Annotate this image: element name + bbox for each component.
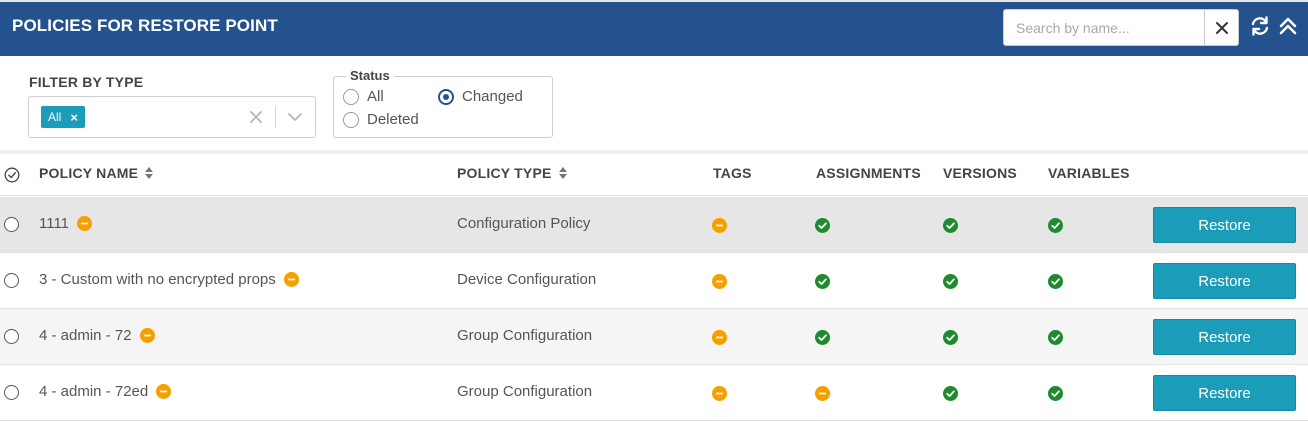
search-clear-button[interactable] (1204, 10, 1239, 45)
check-circle-icon (943, 330, 958, 345)
search-box (1003, 9, 1239, 46)
policy-name-cell: 1111 (39, 215, 93, 232)
policy-name: 4 - admin - 72ed (39, 383, 149, 400)
table-row[interactable]: 3 - Custom with no encrypted props Device… (0, 253, 1308, 309)
check-circle-icon (1048, 386, 1063, 401)
chip-remove-icon[interactable]: × (70, 110, 78, 125)
minus-circle-icon (77, 216, 93, 231)
sort-icon[interactable] (144, 166, 154, 180)
close-icon (1216, 21, 1228, 34)
check-circle-icon (815, 218, 830, 233)
minus-circle-icon (712, 274, 727, 289)
type-chip-label: All (48, 110, 62, 124)
check-circle-icon (1048, 330, 1063, 345)
column-header-versions: VERSIONS (943, 165, 1017, 181)
filter-by-type-label: FILTER BY TYPE (29, 74, 144, 90)
check-circle-icon (943, 218, 958, 233)
policy-name-cell: 3 - Custom with no encrypted props (39, 271, 299, 288)
policy-type-cell: Group Configuration (457, 383, 593, 400)
policy-name: 3 - Custom with no encrypted props (39, 271, 276, 288)
chevron-double-up-icon[interactable] (1277, 15, 1299, 37)
restore-button[interactable]: Restore (1153, 319, 1296, 355)
status-filter-group: Status All Changed Deleted (333, 68, 553, 138)
table-row[interactable]: 4 - admin - 72 Group Configuration Restore (0, 309, 1308, 365)
minus-circle-icon (712, 218, 727, 233)
radio-button[interactable] (343, 111, 359, 128)
table-row[interactable]: 4 - admin - 72ed Group Configuration Resto… (0, 365, 1308, 421)
minus-circle-icon (712, 330, 727, 345)
clear-selection-icon[interactable] (246, 107, 266, 127)
policy-name: 1111 (39, 215, 70, 232)
minus-circle-icon (283, 272, 299, 287)
radio-button[interactable] (343, 88, 359, 105)
policy-type-cell: Configuration Policy (457, 215, 591, 232)
status-legend: Status (346, 68, 394, 83)
panel-title: POLICIES FOR RESTORE POINT (12, 16, 278, 35)
status-radio-all[interactable]: All (343, 88, 384, 105)
restore-button[interactable]: Restore (1153, 207, 1296, 243)
minus-circle-icon (156, 384, 172, 399)
check-circle-icon (943, 386, 958, 401)
column-header-policy-type[interactable]: POLICY TYPE (457, 165, 568, 181)
column-header-variables: VARIABLES (1048, 165, 1130, 181)
chevron-down-icon[interactable] (285, 107, 305, 127)
policy-name: 4 - admin - 72 (39, 327, 132, 344)
column-label: POLICY NAME (39, 165, 139, 181)
type-filter-select[interactable]: All × (28, 96, 316, 138)
table-row[interactable]: 1111 Configuration Policy Restore (0, 197, 1308, 253)
column-label: POLICY TYPE (457, 165, 552, 181)
select-separator (275, 106, 276, 128)
row-select-radio[interactable] (4, 329, 19, 344)
status-radio-label: All (367, 88, 384, 105)
policy-name-cell: 4 - admin - 72 (39, 327, 155, 344)
column-header-policy-name[interactable]: POLICY NAME (39, 165, 154, 181)
row-select-radio[interactable] (4, 385, 19, 400)
policy-type-cell: Device Configuration (457, 271, 597, 288)
restore-button[interactable]: Restore (1153, 375, 1296, 411)
policy-name-cell: 4 - admin - 72ed (39, 383, 172, 400)
check-circle-icon (943, 274, 958, 289)
policy-type-cell: Group Configuration (457, 327, 593, 344)
column-header-tags: TAGS (713, 165, 752, 181)
status-radio-label: Deleted (367, 111, 419, 128)
refresh-icon[interactable] (1249, 15, 1271, 37)
row-select-radio[interactable] (4, 217, 19, 232)
column-header-assignments: ASSIGNMENTS (816, 165, 921, 181)
minus-circle-icon (712, 386, 727, 401)
check-circle-icon (1048, 274, 1063, 289)
restore-button[interactable]: Restore (1153, 263, 1296, 299)
status-radio-label: Changed (462, 88, 523, 105)
check-circle-icon (815, 274, 830, 289)
sort-icon[interactable] (558, 166, 568, 180)
check-circle-icon (1048, 218, 1063, 233)
check-circle-icon[interactable] (4, 167, 20, 183)
search-input[interactable] (1004, 10, 1204, 45)
check-circle-icon (815, 330, 830, 345)
status-radio-deleted[interactable]: Deleted (343, 111, 419, 128)
minus-circle-icon (139, 328, 155, 343)
minus-circle-icon (815, 386, 830, 401)
row-select-radio[interactable] (4, 273, 19, 288)
radio-button[interactable] (438, 88, 454, 105)
panel-header: POLICIES FOR RESTORE POINT (0, 0, 1308, 56)
table-header: POLICY NAME POLICY TYPE TAGS ASSIGNMENTS… (0, 154, 1308, 196)
type-chip: All × (41, 106, 85, 128)
status-radio-changed[interactable]: Changed (438, 88, 523, 105)
